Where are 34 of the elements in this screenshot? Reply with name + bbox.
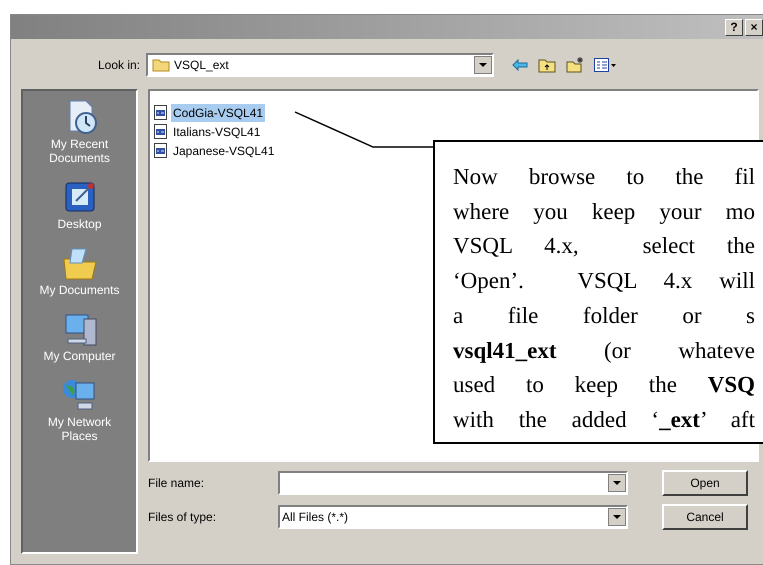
views-menu-icon[interactable] [594,58,616,72]
close-button[interactable]: × [745,18,763,36]
place-label[interactable]: My Network Places [30,415,130,443]
up-folder-icon[interactable] [538,57,556,73]
file-type-label: Files of type: [148,509,218,526]
look-in-dropdown[interactable]: VSQL_ext [146,53,494,77]
file-icon [154,105,168,120]
callout-text-line: Now browse to the fil [453,163,755,191]
callout-text-line: vsql41_ext (or whateve [453,336,755,365]
look-in-label: Look in: [96,57,141,74]
cancel-button[interactable]: Cancel [662,504,748,530]
callout-text-line: VSQL 4.x, select the [453,232,755,260]
callout-text-line: with the added ‘_ext’ aft [453,406,755,434]
place-label[interactable]: Desktop [30,217,130,231]
file-type-dropdown[interactable]: All Files (*.*) [278,505,628,529]
new-folder-icon[interactable] [566,57,584,73]
file-icon [154,124,168,139]
callout-text-line: used to keep the VSQ [453,371,755,400]
file-item[interactable]: Japanese-VSQL41 [171,142,276,160]
file-name-label: File name: [148,475,206,492]
place-label[interactable]: My Documents [30,283,130,297]
help-button[interactable]: ? [725,18,743,36]
back-arrow-icon[interactable] [512,59,528,71]
place-label[interactable]: My Recent Documents [30,137,130,165]
file-name-field[interactable] [278,471,628,495]
callout-text-line: ‘Open’. VSQL 4.x will [453,267,755,296]
callout-text-line: a file folder or s [453,302,755,330]
folder-icon [152,58,170,72]
file-item[interactable]: CodGia-VSQL41 [171,104,266,122]
file-icon [154,143,168,158]
place-label[interactable]: My Computer [30,349,130,363]
file-item[interactable]: Italians-VSQL41 [171,122,262,140]
open-button[interactable]: Open [662,470,748,496]
callout-text-line: where you keep your mo [453,198,755,226]
